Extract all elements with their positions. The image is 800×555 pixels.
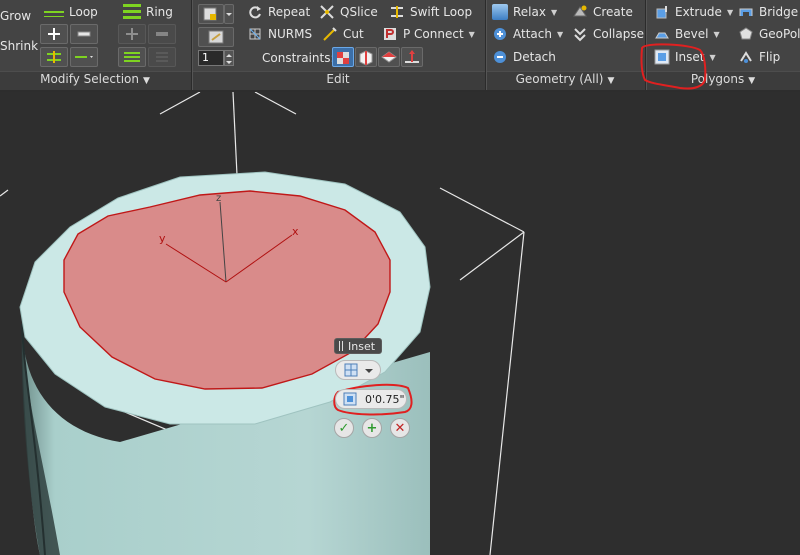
cancel-button[interactable]: ✕ bbox=[390, 418, 410, 438]
inset-amount-value: 0'0.75" bbox=[365, 392, 405, 406]
plus-icon: + bbox=[366, 420, 378, 436]
inset-caddy-title-text: Inset bbox=[348, 339, 376, 353]
apply-continue-button[interactable]: + bbox=[362, 418, 382, 438]
gizmo-y-label: y bbox=[159, 232, 166, 245]
viewport-perspective[interactable]: x y z Inset 0'0.75" ✓ + ✕ bbox=[0, 92, 800, 555]
app-window: Grow Shrink Loop Ring Modify Selection ▼… bbox=[0, 0, 800, 555]
ribbon: Grow Shrink Loop Ring Modify Selection ▼… bbox=[0, 0, 800, 90]
ok-button[interactable]: ✓ bbox=[334, 418, 354, 438]
inset-amount-icon bbox=[343, 392, 357, 406]
drag-handle-icon bbox=[339, 341, 343, 351]
annotation-inset-highlight bbox=[640, 43, 707, 90]
inset-amount-field[interactable]: 0'0.75" bbox=[335, 389, 407, 409]
inset-group-icon bbox=[344, 363, 358, 377]
scene-canvas[interactable]: x y z bbox=[0, 92, 800, 555]
inset-type-dropdown[interactable] bbox=[335, 360, 381, 380]
checkmark-icon: ✓ bbox=[338, 420, 350, 436]
gizmo-z-label: z bbox=[216, 193, 221, 204]
gizmo-x-label: x bbox=[292, 225, 299, 238]
inset-caddy-title[interactable]: Inset bbox=[334, 338, 383, 354]
close-icon: ✕ bbox=[394, 420, 406, 436]
chevron-down-icon bbox=[365, 369, 373, 373]
